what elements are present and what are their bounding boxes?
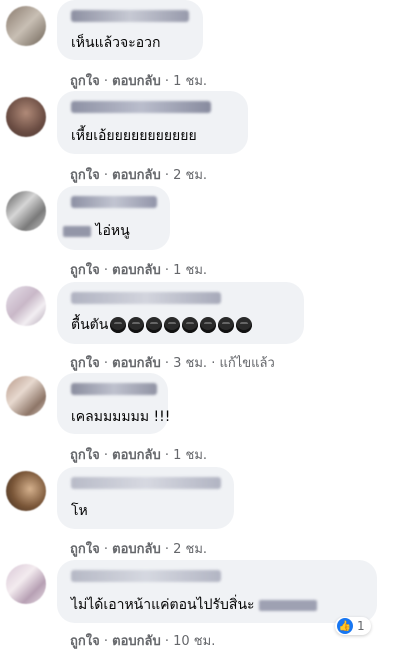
comment-actions: ถูกใจ · ตอบกลับ · 2 ชม. xyxy=(70,542,208,557)
author-name[interactable] xyxy=(71,477,221,489)
sad-face-icon xyxy=(164,317,181,333)
like-link[interactable]: ถูกใจ xyxy=(70,74,100,89)
comment-time[interactable]: 3 ชม. xyxy=(173,356,207,371)
sad-face-icon xyxy=(146,317,163,333)
comment-text: ตื้นตัน xyxy=(71,317,109,333)
comment-bubble: เหี้ยเอ้ยยยยยยยยยยย xyxy=(57,91,248,154)
reply-link[interactable]: ตอบกลับ xyxy=(112,634,161,649)
like-link[interactable]: ถูกใจ xyxy=(70,542,100,557)
comment-actions: ถูกใจ · ตอบกลับ · 10 ชม. xyxy=(70,634,216,649)
like-link[interactable]: ถูกใจ xyxy=(70,448,100,463)
comment-text: เคลมมมมมม !!! xyxy=(71,409,171,425)
avatar[interactable] xyxy=(6,471,46,511)
comment-actions: ถูกใจ · ตอบกลับ · 1 ชม. xyxy=(70,263,208,278)
comment-time[interactable]: 2 ชม. xyxy=(173,168,207,183)
comment-text-row: ไอ่หนู xyxy=(63,222,130,240)
comment-time[interactable]: 1 ชม. xyxy=(173,74,207,89)
avatar[interactable] xyxy=(6,191,46,231)
comment-text-row: ตื้นตัน xyxy=(71,316,253,334)
reaction-count[interactable]: 👍 1 xyxy=(335,617,371,635)
sad-face-icon xyxy=(236,317,253,333)
comment-text: โห xyxy=(71,503,88,519)
like-link[interactable]: ถูกใจ xyxy=(70,168,100,183)
redacted-mention[interactable] xyxy=(259,599,317,611)
edited-label[interactable]: แก้ไขแล้ว xyxy=(219,356,274,371)
sad-face-icon xyxy=(200,317,217,333)
comment-actions: ถูกใจ · ตอบกลับ · 1 ชม. xyxy=(70,448,208,463)
avatar[interactable] xyxy=(6,286,46,326)
like-link[interactable]: ถูกใจ xyxy=(70,356,100,371)
comment-actions: ถูกใจ · ตอบกลับ · 2 ชม. xyxy=(70,168,208,183)
reply-link[interactable]: ตอบกลับ xyxy=(112,448,161,463)
reply-link[interactable]: ตอบกลับ xyxy=(112,542,161,557)
comment-bubble: เคลมมมมมม !!! xyxy=(57,373,171,434)
author-name[interactable] xyxy=(71,383,157,395)
reply-link[interactable]: ตอบกลับ xyxy=(112,168,161,183)
comment-time[interactable]: 10 ชม. xyxy=(173,634,215,649)
author-name[interactable] xyxy=(71,570,221,582)
author-name[interactable] xyxy=(71,292,221,304)
like-link[interactable]: ถูกใจ xyxy=(70,634,100,649)
sad-face-icon xyxy=(128,317,145,333)
author-name[interactable] xyxy=(71,196,157,208)
comment-bubble: ไม่ได้เอาหน้าแค่ตอนไปรับสิ่นะ xyxy=(57,560,377,623)
avatar[interactable] xyxy=(6,6,46,46)
comment-actions: ถูกใจ · ตอบกลับ · 3 ชม. · แก้ไขแล้ว xyxy=(70,356,275,371)
emoji-row xyxy=(108,317,253,333)
comment-text: เห็นแล้วจะอวก xyxy=(71,35,161,51)
author-name[interactable] xyxy=(71,101,211,113)
like-icon: 👍 xyxy=(337,618,353,634)
avatar[interactable] xyxy=(6,376,46,416)
redacted-mention[interactable] xyxy=(63,225,91,237)
reply-link[interactable]: ตอบกลับ xyxy=(112,356,161,371)
sad-face-icon xyxy=(110,317,127,333)
reply-link[interactable]: ตอบกลับ xyxy=(112,74,161,89)
comment-time[interactable]: 1 ชม. xyxy=(173,448,207,463)
sad-face-icon xyxy=(182,317,199,333)
comment-list: เห็นแล้วจะอวก ถูกใจ · ตอบกลับ · 1 ชม. เห… xyxy=(0,0,403,653)
avatar[interactable] xyxy=(6,564,46,604)
comment-text: ไอ่หนู xyxy=(95,223,130,239)
like-link[interactable]: ถูกใจ xyxy=(70,263,100,278)
comment-bubble: ตื้นตัน xyxy=(57,282,304,344)
comment-time[interactable]: 2 ชม. xyxy=(173,542,207,557)
avatar[interactable] xyxy=(6,97,46,137)
comment-text: เหี้ยเอ้ยยยยยยยยยยย xyxy=(71,128,197,144)
comment-actions: ถูกใจ · ตอบกลับ · 1 ชม. xyxy=(70,74,208,89)
comment-bubble: โห xyxy=(57,467,234,529)
author-name[interactable] xyxy=(71,10,189,22)
comment-text: ไม่ได้เอาหน้าแค่ตอนไปรับสิ่นะ xyxy=(71,597,255,613)
reaction-count-label: 1 xyxy=(357,619,365,633)
comment-text-row: ไม่ได้เอาหน้าแค่ตอนไปรับสิ่นะ xyxy=(71,596,317,614)
comment-time[interactable]: 1 ชม. xyxy=(173,263,207,278)
comment-bubble: ไอ่หนู xyxy=(57,186,170,250)
reply-link[interactable]: ตอบกลับ xyxy=(112,263,161,278)
sad-face-icon xyxy=(218,317,235,333)
comment-bubble: เห็นแล้วจะอวก xyxy=(57,0,203,60)
